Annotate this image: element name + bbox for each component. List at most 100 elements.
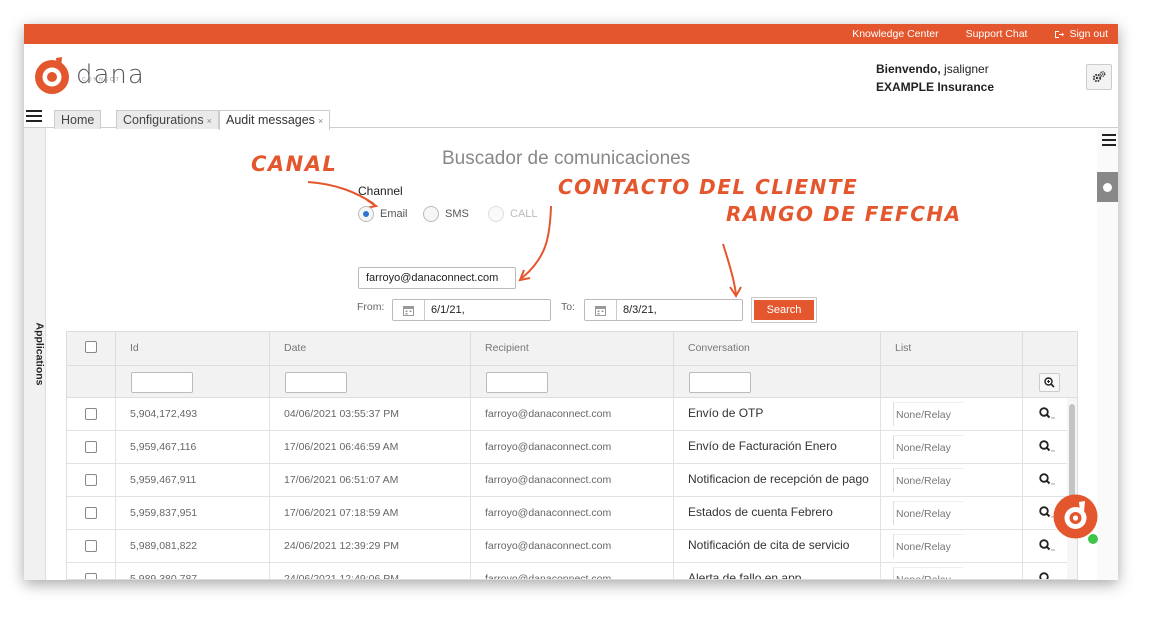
- channel-radio-email[interactable]: Email: [358, 206, 408, 222]
- from-date-field[interactable]: 6/1/21,: [392, 299, 551, 321]
- column-header-recipient[interactable]: Recipient: [471, 332, 674, 365]
- cell-date: 17/06/2021 06:46:59 AM: [270, 431, 471, 464]
- zoom-filter-button[interactable]: [1039, 373, 1060, 392]
- gears-icon: [1092, 71, 1106, 83]
- cell-date: 24/06/2021 12:49:06 PM: [270, 563, 471, 579]
- filter-date-input[interactable]: [285, 372, 347, 393]
- knowledge-center-link[interactable]: Knowledge Center: [852, 28, 938, 40]
- header-select-all[interactable]: [67, 332, 116, 365]
- calendar-icon[interactable]: [393, 300, 425, 320]
- search-detail-icon[interactable]: [1039, 440, 1055, 452]
- online-status-dot: [1087, 533, 1099, 545]
- channel-sms-label: SMS: [445, 208, 469, 220]
- from-label: From:: [357, 301, 385, 313]
- tab-bar: Home Configurations × Audit messages ×: [24, 108, 1118, 130]
- row-checkbox[interactable]: [85, 408, 97, 420]
- search-detail-icon[interactable]: [1039, 473, 1055, 485]
- list-value: None/Relay: [893, 501, 963, 525]
- table-row[interactable]: 5,959,467,911 17/06/2021 06:51:07 AM farro…: [67, 464, 1077, 497]
- filter-cell-conversation: [674, 365, 881, 398]
- filter-id-input[interactable]: [131, 372, 193, 393]
- channel-call-label: CALL: [510, 208, 538, 220]
- cell-recipient: farroyo@danaconnect.com: [471, 497, 674, 530]
- annotation-canal: CANAL: [251, 152, 338, 176]
- row-checkbox[interactable]: [85, 441, 97, 453]
- row-checkbox[interactable]: [85, 540, 97, 552]
- to-date-value: 8/3/21,: [623, 304, 657, 316]
- search-button[interactable]: Search: [751, 297, 817, 323]
- welcome-block: Bienvendo, jsaligner EXAMPLE Insurance: [876, 60, 994, 96]
- table-row[interactable]: 5,959,837,951 17/06/2021 07:18:59 AM farro…: [67, 497, 1077, 530]
- recipient-input[interactable]: [358, 267, 516, 289]
- right-menu-hamburger-icon[interactable]: [1102, 134, 1116, 149]
- to-date-field[interactable]: 8/3/21,: [584, 299, 743, 321]
- cell-mag[interactable]: [1023, 398, 1067, 431]
- filter-recipient-input[interactable]: [486, 372, 548, 393]
- tab-home-label: Home: [61, 113, 95, 127]
- applications-label: Applications: [33, 322, 46, 386]
- cell-cb: [67, 530, 116, 563]
- filter-cell-select: [67, 365, 116, 398]
- cell-mag[interactable]: [1023, 563, 1067, 580]
- row-checkbox[interactable]: [85, 573, 97, 579]
- welcome-user: jsaligner: [944, 62, 989, 76]
- tab-audit-messages[interactable]: Audit messages ×: [219, 110, 331, 130]
- cell-list: None/Relay: [881, 497, 1023, 530]
- applications-sidebar[interactable]: Applications: [24, 128, 46, 580]
- row-checkbox[interactable]: [85, 474, 97, 486]
- cell-mag[interactable]: [1023, 431, 1067, 464]
- cell-conversation: Envío de Facturación Enero: [674, 431, 881, 464]
- table-header: Id Date Recipient Conversation List: [67, 332, 1077, 398]
- row-checkbox[interactable]: [85, 507, 97, 519]
- tab-configurations-close-icon[interactable]: ×: [207, 116, 212, 126]
- table-row[interactable]: 5,989,380,787 24/06/2021 12:49:06 PM farro…: [67, 563, 1077, 580]
- channel-radio-sms[interactable]: SMS: [423, 206, 469, 222]
- cell-conversation: Alerta de fallo en app: [674, 563, 881, 579]
- filter-conversation-input[interactable]: [689, 372, 751, 393]
- support-chat-link[interactable]: Support Chat: [966, 28, 1028, 40]
- app-window: Knowledge Center Support Chat Sign out d…: [24, 24, 1118, 580]
- rango-arrowhead-icon: [729, 286, 742, 298]
- settings-button[interactable]: [1086, 64, 1112, 90]
- table-row[interactable]: 5,904,172,493 04/06/2021 03:55:37 PM farro…: [67, 398, 1077, 431]
- radio-selected-icon: [358, 206, 374, 222]
- tab-audit-messages-close-icon[interactable]: ×: [318, 116, 323, 126]
- annotation-rango: RANGO DE FEFCHA: [726, 202, 962, 226]
- select-all-checkbox[interactable]: [85, 341, 97, 353]
- cell-conversation: Notificacion de recepción de pago: [674, 464, 881, 497]
- cell-conversation: Estados de cuenta Febrero: [674, 497, 881, 530]
- brand-sub: CONNECT: [82, 77, 121, 83]
- list-value: None/Relay: [893, 435, 963, 459]
- cell-date: 24/06/2021 12:39:29 PM: [270, 530, 471, 563]
- filter-cell-id: [116, 365, 270, 398]
- filter-cell-date: [270, 365, 471, 398]
- table-row[interactable]: 5,989,081,822 24/06/2021 12:39:29 PM farro…: [67, 530, 1077, 563]
- cell-list: None/Relay: [881, 563, 1023, 579]
- cell-recipient: farroyo@danaconnect.com: [471, 431, 674, 464]
- calendar-icon[interactable]: [585, 300, 617, 320]
- right-panel-toggle[interactable]: [1097, 172, 1118, 202]
- sign-out-link[interactable]: Sign out: [1054, 28, 1108, 40]
- cell-date: 17/06/2021 06:51:07 AM: [270, 464, 471, 497]
- table-scrollbar[interactable]: [1067, 398, 1077, 579]
- table-row[interactable]: 5,959,467,116 17/06/2021 06:46:59 AM farro…: [67, 431, 1077, 464]
- filter-cell-list: [881, 365, 1023, 398]
- from-date-value: 6/1/21,: [431, 304, 465, 316]
- column-header-date[interactable]: Date: [270, 332, 471, 365]
- tab-audit-messages-label: Audit messages: [226, 113, 315, 127]
- search-detail-icon[interactable]: [1039, 572, 1055, 580]
- cell-id: 5,959,837,951: [116, 497, 270, 530]
- tab-home[interactable]: Home: [54, 110, 102, 129]
- menu-hamburger-icon[interactable]: [26, 110, 42, 124]
- cell-date: 04/06/2021 03:55:37 PM: [270, 398, 471, 431]
- filter-cell-recipient: [471, 365, 674, 398]
- column-header-id[interactable]: Id: [116, 332, 270, 365]
- column-header-list[interactable]: List: [881, 332, 1023, 365]
- column-header-conversation[interactable]: Conversation: [674, 332, 881, 365]
- cell-id: 5,989,081,822: [116, 530, 270, 563]
- search-detail-icon[interactable]: [1039, 407, 1055, 419]
- welcome-greeting: Bienvendo,: [876, 62, 941, 76]
- brand-logo[interactable]: dana: [32, 55, 145, 95]
- search-detail-icon[interactable]: [1039, 539, 1055, 551]
- tab-configurations[interactable]: Configurations ×: [116, 110, 219, 129]
